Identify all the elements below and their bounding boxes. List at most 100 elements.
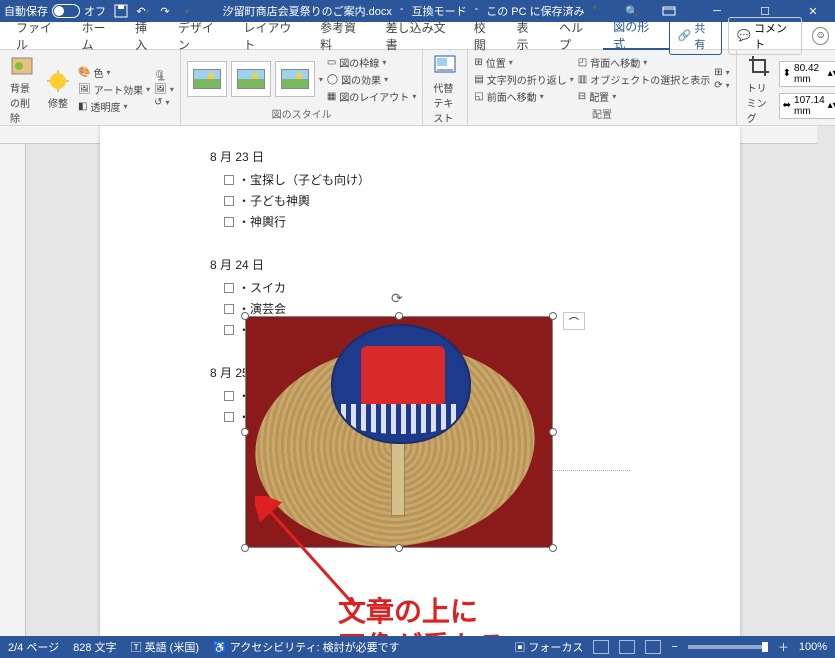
tab-references[interactable]: 参考資料 [310,22,375,50]
date-2: 8 月 24 日 [210,252,630,277]
resize-handle-l[interactable] [241,428,249,436]
change-picture-button[interactable]: 🖼 ▾ [154,84,174,95]
width-input[interactable]: ⬌ 107.14 mm ▴▾ [779,93,835,119]
redo-icon[interactable]: ↷ [158,4,172,18]
align-button[interactable]: ⊟ 配置 ▾ [578,89,710,104]
corrections-label: 修整 [48,95,68,110]
gallery-more-icon[interactable]: ▾ [319,75,323,84]
selection-pane-button[interactable]: ▥ オブジェクトの選択と表示 [578,72,710,87]
compress-button[interactable]: 🗜 [154,71,174,82]
checkbox-icon [224,412,234,422]
resize-handle-bl[interactable] [241,544,249,552]
list-item: ・スイカ [210,277,630,298]
accessibility-indicator[interactable]: ♿ アクセシビリティ: 検討が必要です [213,639,400,655]
tab-review[interactable]: 校閲 [464,22,507,50]
zoom-level[interactable]: 100% [799,641,827,653]
tab-file[interactable]: ファイル [6,22,71,50]
rotate-button[interactable]: ⟳ ▾ [714,80,729,91]
resize-handle-r[interactable] [549,428,557,436]
checkbox-icon [224,304,234,314]
picture-effects-button[interactable]: ◯ 図の効果 ▾ [327,72,416,87]
undo-icon[interactable]: ↶▾ [136,4,150,18]
resize-handle-b[interactable] [395,544,403,552]
read-mode-icon[interactable] [593,640,609,654]
remove-bg-label: 背景の削除 [10,80,34,125]
selected-image[interactable]: ⟳ ⌒ [245,316,553,548]
search-icon[interactable]: 🔍 [625,5,639,18]
rotate-handle[interactable]: ⟳ [391,290,407,306]
autosave-label: 自動保存 [4,3,48,19]
height-input[interactable]: ⬍ 80.42 mm ▴▾ [779,61,835,87]
wrap-text-button[interactable]: ▤ 文字列の折り返し ▾ [474,72,573,87]
feedback-icon[interactable]: ☺ [812,27,829,45]
comment-label: コメント [754,20,793,52]
zoom-slider[interactable] [688,645,768,649]
picture-layout-button[interactable]: ▦ 図のレイアウト ▾ [327,89,416,104]
ribbon-group-adjust: 背景の削除 修整 🎨 色 ▾ 🖼 アート効果 ▾ ◧ 透明度 ▾ 🗜 🖼 ▾ ↺… [0,50,181,125]
tab-mailings[interactable]: 差し込み文書 [376,22,464,50]
status-bar: 2/4 ページ 828 文字 🅃 英語 (米国) ♿ アクセシビリティ: 検討が… [0,636,835,658]
list-item: ・子ども神輿 [210,190,630,211]
share-button[interactable]: 🔗 共有 [669,17,723,55]
qat-dropdown-icon[interactable]: ▾ [180,4,194,18]
tab-bar: ファイル ホーム 挿入 デザイン レイアウト 参考資料 差し込み文書 校閲 表示… [0,22,835,50]
remove-background-button[interactable]: 背景の削除 [6,52,38,127]
checkbox-icon [224,175,234,185]
autosave-state: オフ [84,3,106,19]
tab-home[interactable]: ホーム [71,22,125,50]
corrections-button[interactable]: 修整 [42,67,74,112]
checkbox-icon [224,217,234,227]
tab-design[interactable]: デザイン [168,22,233,50]
comment-button[interactable]: 💬 コメント [728,17,802,55]
group-button[interactable]: ⊞ ▾ [714,67,729,78]
toggle-switch[interactable] [52,4,80,18]
color-button[interactable]: 🎨 色 ▾ [78,65,150,80]
tab-picture-format[interactable]: 図の形式 [603,22,668,50]
style-thumb-1[interactable] [187,61,227,97]
autosave-toggle[interactable]: 自動保存 オフ [4,3,106,19]
focus-mode-button[interactable]: ▣ フォーカス [514,639,583,655]
tab-help[interactable]: ヘルプ [549,22,603,50]
alt-text-button[interactable]: 代替テキスト [429,52,461,127]
selection-border [245,316,553,548]
crop-button[interactable]: トリミング [743,52,775,127]
tab-view[interactable]: 表示 [506,22,549,50]
ribbon-group-arrange: ⊞ 位置 ▾ ▤ 文字列の折り返し ▾ ◱ 前面へ移動 ▾ ◰ 背面へ移動 ▾ … [468,50,736,125]
tab-layout[interactable]: レイアウト [233,22,310,50]
resize-handle-t[interactable] [395,312,403,320]
share-label: 共有 [694,20,713,52]
transparency-button[interactable]: ◧ 透明度 ▾ [78,99,150,114]
artistic-effects-button[interactable]: 🖼 アート効果 ▾ [78,82,150,97]
style-thumb-3[interactable] [275,61,315,97]
web-layout-icon[interactable] [645,640,661,654]
zoom-out-button[interactable]: − [671,641,677,653]
picture-border-button[interactable]: ▭ 図の枠線 ▾ [327,55,416,70]
reset-picture-button[interactable]: ↺ ▾ [154,97,174,108]
styles-group-label: 図のスタイル [187,106,416,123]
alt-text-label: 代替テキスト [433,80,457,125]
picture-styles-gallery[interactable]: ▾ [187,61,323,97]
title-center: 汐留町商店会夏祭りのご案内.docx - 互換モード - この PC に保存済み… [194,3,625,19]
tab-insert[interactable]: 挿入 [125,22,168,50]
resize-handle-tl[interactable] [241,312,249,320]
bring-forward-button[interactable]: ◱ 前面へ移動 ▾ [474,89,573,104]
print-layout-icon[interactable] [619,640,635,654]
language-indicator[interactable]: 🅃 英語 (米国) [131,639,199,655]
save-icon[interactable] [114,4,128,18]
word-count[interactable]: 828 文字 [73,639,116,655]
style-thumb-2[interactable] [231,61,271,97]
resize-handle-br[interactable] [549,544,557,552]
ribbon-group-styles: ▾ ▭ 図の枠線 ▾ ◯ 図の効果 ▾ ▦ 図のレイアウト ▾ 図のスタイル [181,50,423,125]
annotation-text: 文章の上に 画像が重なる [338,594,506,636]
filename: 汐留町商店会夏祭りのご案内.docx [223,3,392,19]
send-backward-button[interactable]: ◰ 背面へ移動 ▾ [578,55,710,70]
checkbox-icon [224,196,234,206]
page-indicator[interactable]: 2/4 ページ [8,639,59,655]
resize-handle-tr[interactable] [549,312,557,320]
document-area: 8 月 23 日 ・宝探し（子ども向け） ・子ども神輿 ・神輿行 8 月 24 … [0,126,835,636]
vertical-ruler[interactable] [0,144,26,636]
checkbox-icon [224,283,234,293]
zoom-in-button[interactable]: ＋ [778,639,789,655]
position-button[interactable]: ⊞ 位置 ▾ [474,55,573,70]
layout-options-icon[interactable]: ⌒ [563,312,585,330]
